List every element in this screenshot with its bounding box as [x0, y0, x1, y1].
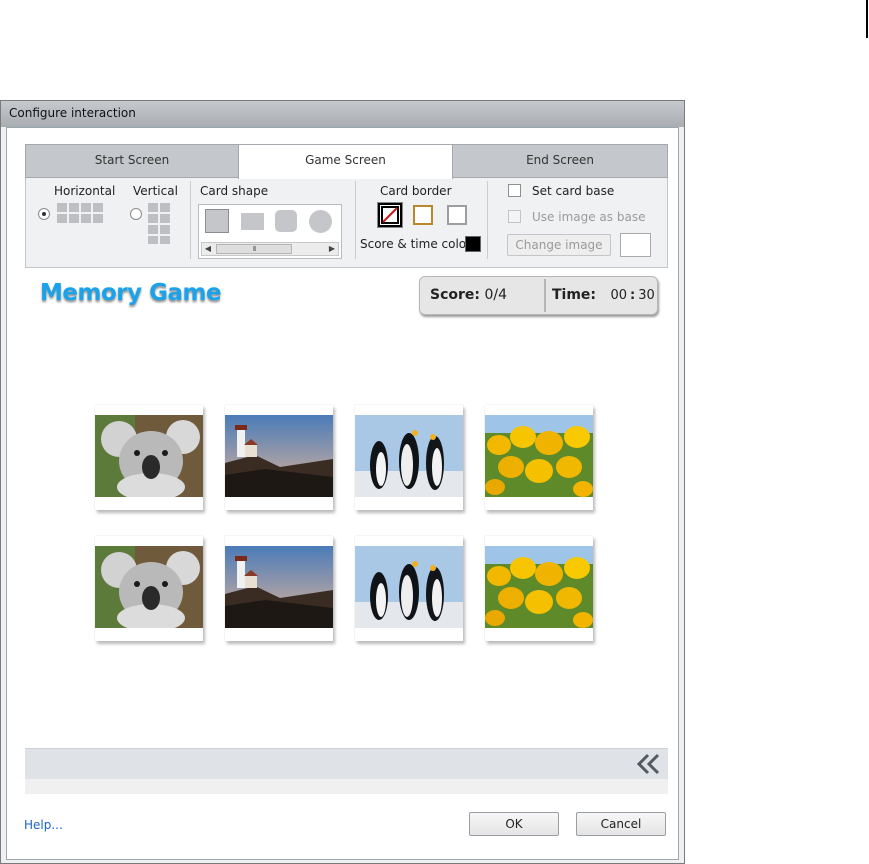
toolbar-separator — [487, 181, 488, 259]
card-shape-label: Card shape — [200, 184, 269, 198]
card-koala[interactable] — [95, 405, 203, 510]
card-shape-picker: ◀ III ▶ — [198, 204, 342, 259]
double-chevron-left-icon[interactable] — [636, 751, 662, 777]
no-border-option[interactable] — [377, 202, 403, 228]
set-card-base-checkbox[interactable] — [508, 184, 521, 197]
score-label: Score: — [430, 287, 480, 303]
score-time-panel[interactable]: Score: 0/4 Time: 00:30 — [419, 276, 658, 315]
time-display: Time: 00:30 — [547, 280, 655, 311]
penguins-image — [355, 415, 463, 497]
horizontal-radio[interactable] — [38, 208, 50, 220]
cancel-button[interactable]: Cancel — [576, 812, 666, 836]
help-link[interactable]: Help... — [24, 818, 63, 832]
card-base-image-preview[interactable] — [620, 233, 651, 257]
horizontal-label: Horizontal — [54, 184, 116, 198]
card-penguins[interactable] — [355, 536, 463, 641]
square-shape-option[interactable] — [205, 209, 229, 233]
preview-bottom-bar — [25, 748, 668, 779]
card-tulips[interactable] — [485, 405, 593, 510]
time-value: 00:30 — [610, 288, 654, 303]
card-tulips[interactable] — [485, 536, 593, 641]
card-border-label: Card border — [380, 184, 452, 198]
card-lighthouse[interactable] — [225, 536, 333, 641]
tab-start-screen[interactable]: Start Screen — [25, 144, 239, 178]
scroll-left-arrow-icon[interactable]: ◀ — [202, 243, 214, 255]
score-time-color-label: Score & time color — [360, 237, 472, 251]
scroll-right-arrow-icon[interactable]: ▶ — [326, 243, 338, 255]
tulips-image — [485, 415, 593, 497]
no-border-slash-icon — [381, 206, 399, 224]
rounded-square-shape-option[interactable] — [275, 210, 297, 232]
change-image-button[interactable]: Change image — [507, 234, 611, 256]
koala-image — [95, 415, 203, 497]
use-image-as-base-label: Use image as base — [532, 210, 646, 224]
card-koala[interactable] — [95, 536, 203, 641]
preview-footer-strip — [25, 779, 668, 794]
time-minutes: 00 — [610, 288, 628, 303]
toolbar-separator — [355, 181, 356, 259]
screen-edge-marker — [866, 0, 868, 38]
gold-border-option[interactable] — [413, 205, 433, 225]
use-image-as-base-checkbox[interactable] — [508, 210, 521, 223]
tab-end-screen[interactable]: End Screen — [452, 144, 668, 178]
card-lighthouse[interactable] — [225, 405, 333, 510]
window-title: Configure interaction — [9, 106, 136, 120]
tulips-image — [485, 546, 593, 628]
time-label: Time: — [552, 287, 597, 303]
score-time-divider — [544, 279, 546, 312]
scroll-thumb[interactable]: III — [216, 244, 292, 254]
time-seconds: 30 — [638, 288, 655, 303]
vertical-label: Vertical — [133, 184, 178, 198]
card-penguins[interactable] — [355, 405, 463, 510]
lighthouse-image — [225, 546, 333, 628]
configure-interaction-dialog: Configure interaction Start Screen Game … — [0, 100, 685, 864]
game-title[interactable]: Memory Game — [40, 280, 222, 306]
circle-shape-option[interactable] — [309, 210, 332, 233]
score-display: Score: 0/4 — [424, 280, 546, 311]
vertical-radio[interactable] — [130, 208, 142, 220]
ok-button[interactable]: OK — [469, 812, 559, 836]
rectangle-shape-option[interactable] — [241, 213, 264, 230]
set-card-base-label: Set card base — [532, 184, 615, 198]
score-value: 0/4 — [484, 287, 507, 303]
game-screen-preview: Memory Game Score: 0/4 Time: 00:30 — [25, 268, 668, 748]
card-shape-scrollbar[interactable]: ◀ III ▶ — [201, 242, 339, 256]
score-time-color-swatch[interactable] — [465, 236, 481, 252]
screen-tabs: Start Screen Game Screen End Screen — [25, 144, 668, 179]
koala-image — [95, 546, 203, 628]
lighthouse-image — [225, 415, 333, 497]
toolbar-separator — [190, 181, 191, 259]
time-separator: : — [630, 288, 636, 303]
tab-game-screen[interactable]: Game Screen — [238, 144, 453, 179]
gray-border-option[interactable] — [447, 205, 467, 225]
dialog-content: Start Screen Game Screen End Screen Hori… — [6, 127, 679, 860]
penguins-image — [355, 546, 463, 628]
title-bar[interactable]: Configure interaction — [1, 101, 684, 127]
game-screen-toolbar: Horizontal Vertical Card shape ◀ III ▶ C… — [25, 178, 668, 268]
